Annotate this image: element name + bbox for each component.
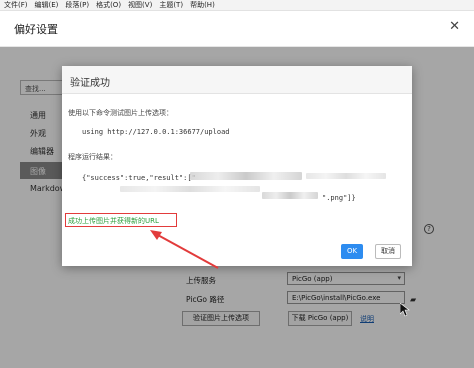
close-icon[interactable]: ✕ xyxy=(449,19,460,34)
window-title: 偏好设置 xyxy=(14,23,58,36)
verify-success-dialog: 验证成功 使用以下命令测试图片上传选项： using http://127.0.… xyxy=(62,66,412,266)
redacted-block xyxy=(190,172,302,180)
menu-help[interactable]: 帮助(H) xyxy=(190,0,215,10)
ok-button[interactable]: OK xyxy=(341,244,363,259)
menu-format[interactable]: 格式(O) xyxy=(96,0,121,10)
menubar: 文件(F) 编辑(E) 段落(P) 格式(O) 视图(V) 主题(T) 帮助(H… xyxy=(0,0,474,11)
dialog-command: using http://127.0.0.1:36677/upload xyxy=(82,128,230,136)
menu-paragraph[interactable]: 段落(P) xyxy=(65,0,89,10)
menu-file[interactable]: 文件(F) xyxy=(4,0,28,10)
dialog-description: 使用以下命令测试图片上传选项： xyxy=(68,109,173,117)
redacted-block xyxy=(306,173,386,179)
result-text: {"success":true,"result":[" xyxy=(82,174,196,182)
success-message: 成功上传图片并获得新的URL xyxy=(65,213,177,227)
menu-edit[interactable]: 编辑(E) xyxy=(35,0,59,10)
preferences-titlebar: 偏好设置 ✕ xyxy=(0,11,474,47)
redacted-block xyxy=(120,186,260,192)
result-label: 程序运行结果： xyxy=(68,153,117,161)
cancel-button[interactable]: 取消 xyxy=(375,244,401,259)
mouse-cursor-icon xyxy=(400,303,410,317)
dialog-header: 验证成功 xyxy=(62,66,412,94)
result-tail: ".png"]} xyxy=(322,194,356,202)
menu-view[interactable]: 视图(V) xyxy=(128,0,152,10)
dialog-title: 验证成功 xyxy=(70,78,110,89)
menu-theme[interactable]: 主题(T) xyxy=(159,0,183,10)
redacted-block xyxy=(262,192,318,199)
